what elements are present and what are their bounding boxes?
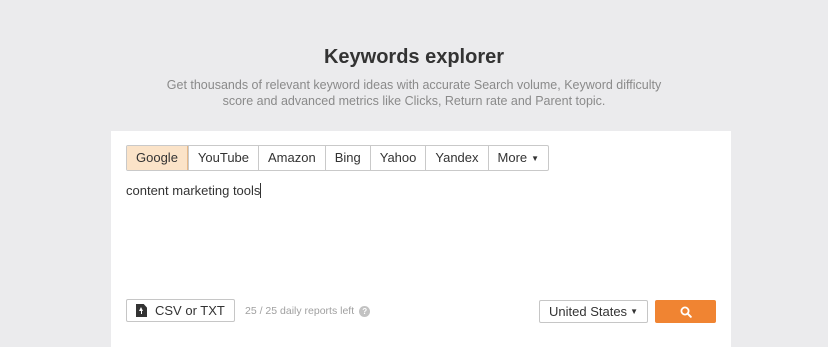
reports-left-text: 25 / 25 daily reports left [245, 305, 355, 317]
country-select[interactable]: United States ▼ [539, 300, 648, 323]
query-text: content marketing tools [126, 183, 261, 198]
country-value: United States [549, 304, 628, 319]
search-icon [680, 306, 692, 318]
reports-left-info: 25 / 25 daily reports left ? [245, 305, 371, 317]
search-button[interactable] [655, 300, 716, 323]
page-subtitle: Get thousands of relevant keyword ideas … [166, 78, 662, 108]
tab-amazon[interactable]: Amazon [258, 146, 325, 170]
file-upload-icon [136, 304, 147, 317]
tab-yahoo[interactable]: Yahoo [369, 146, 426, 170]
help-icon[interactable]: ? [359, 305, 371, 317]
caret-down-icon: ▼ [630, 307, 638, 316]
caret-down-icon: ▼ [531, 154, 540, 163]
text-cursor [260, 183, 262, 198]
tab-youtube[interactable]: YouTube [187, 146, 258, 170]
page-title: Keywords explorer [323, 46, 505, 68]
upload-file-button[interactable]: CSV or TXT [126, 299, 235, 322]
tab-more-dropdown[interactable]: More ▼ [487, 146, 549, 170]
keywords-textarea[interactable]: content marketing tools [126, 183, 706, 198]
tab-google[interactable]: Google [127, 146, 188, 170]
upload-label: CSV or TXT [155, 303, 225, 318]
more-label: More [497, 150, 528, 165]
tab-yandex[interactable]: Yandex [425, 146, 487, 170]
search-panel: Google YouTube Amazon Bing Yahoo Yandex … [111, 131, 731, 347]
search-engine-tabs: Google YouTube Amazon Bing Yahoo Yandex … [126, 145, 550, 171]
tab-bing[interactable]: Bing [324, 146, 370, 170]
